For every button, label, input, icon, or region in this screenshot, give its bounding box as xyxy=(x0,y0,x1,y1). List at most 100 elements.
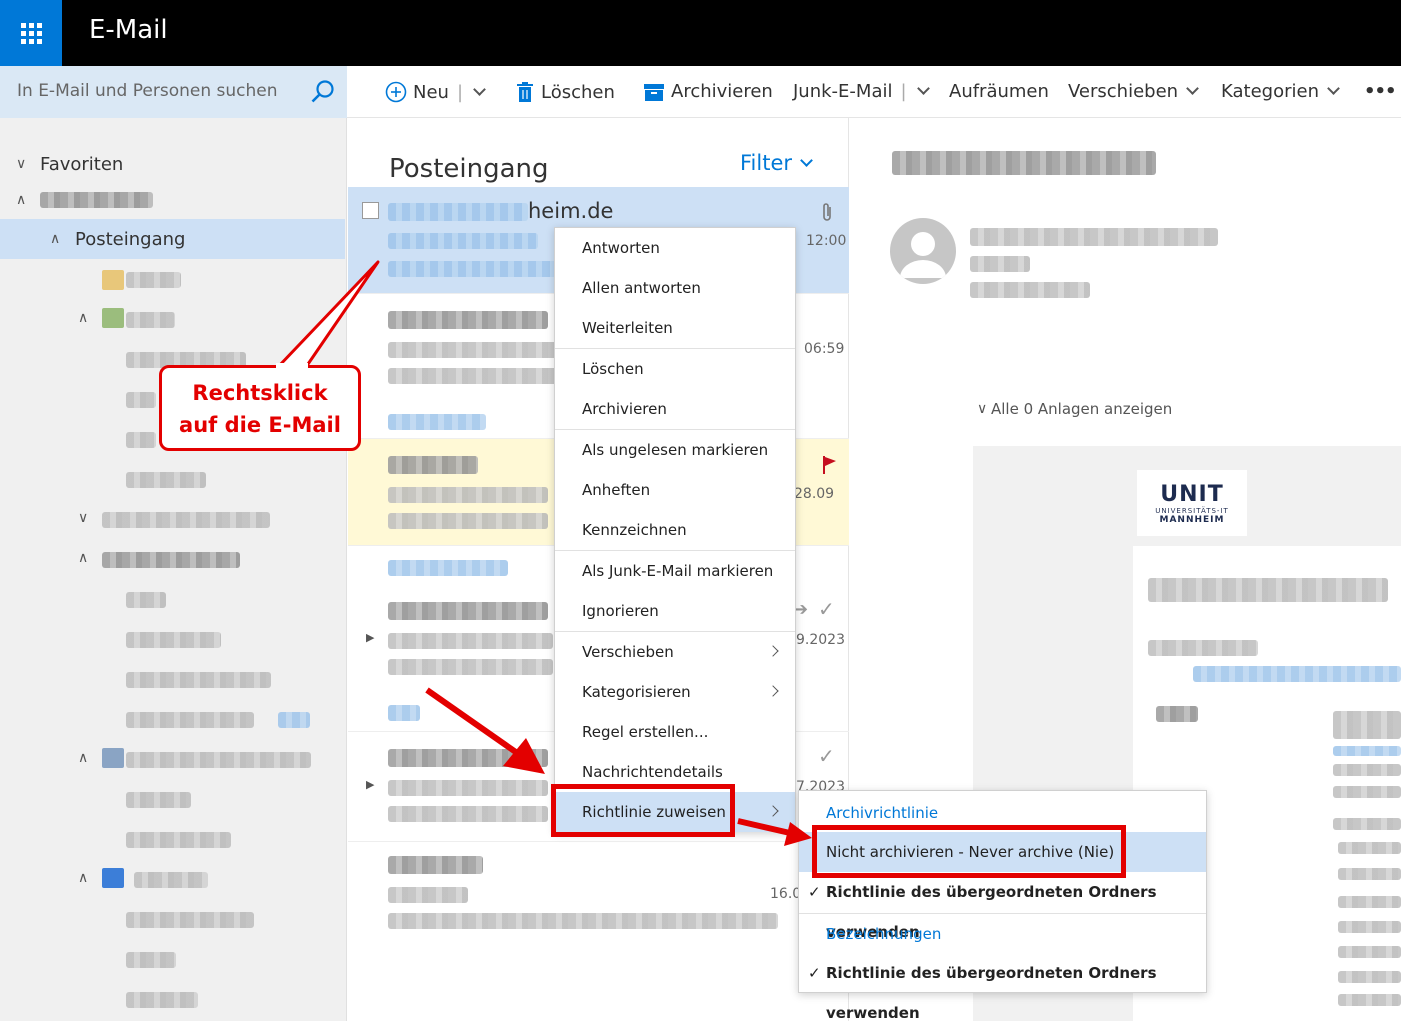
text-blurred xyxy=(1338,842,1401,854)
chevron-down-icon[interactable] xyxy=(916,82,930,95)
folder-name-blurred[interactable] xyxy=(126,672,271,688)
folder-icon xyxy=(102,748,124,768)
labels-header: Bezeichnungen xyxy=(826,925,942,943)
folder-name-blurred[interactable] xyxy=(126,592,166,608)
link-blurred[interactable] xyxy=(1333,746,1401,756)
folder-name-blurred[interactable] xyxy=(126,472,206,488)
chevron-up-icon[interactable]: ∧ xyxy=(78,750,88,766)
chevron-up-icon[interactable]: ∧ xyxy=(50,231,60,247)
menu-item-pin[interactable]: Anheften xyxy=(555,470,795,510)
caret-right-icon[interactable]: ▶ xyxy=(366,778,374,791)
text-blurred xyxy=(1156,706,1198,722)
folder-name-blurred[interactable] xyxy=(102,552,240,568)
archive-box-icon xyxy=(644,83,664,101)
menu-item-delete[interactable]: Löschen xyxy=(555,349,795,389)
folder-name-blurred[interactable] xyxy=(126,632,221,648)
menu-item-archive[interactable]: Archivieren xyxy=(555,389,795,429)
folder-name-blurred[interactable] xyxy=(102,512,270,528)
menu-item-reply-all[interactable]: Allen antworten xyxy=(555,268,795,308)
folder-name-blurred[interactable] xyxy=(126,432,156,448)
menu-item-move[interactable]: Verschieben xyxy=(555,632,795,672)
folder-icon xyxy=(102,868,124,888)
filter-button[interactable]: Filter xyxy=(740,151,813,175)
menu-item-ignore[interactable]: Ignorieren xyxy=(555,591,795,631)
menu-item-use-parent-archive[interactable]: ✓ Richtlinie des übergeordneten Ordners … xyxy=(799,872,1206,941)
folder-name-blurred[interactable] xyxy=(134,872,208,888)
subject-blurred xyxy=(388,487,548,503)
menu-item-create-rule[interactable]: Regel erstellen... xyxy=(555,712,795,752)
menu-item-use-parent-label[interactable]: ✓ Richtlinie des übergeordneten Ordners … xyxy=(799,953,1206,1022)
sender-blurred xyxy=(388,856,483,874)
menu-item-mark-unread[interactable]: Als ungelesen markieren xyxy=(555,430,795,470)
categories-button[interactable]: Kategorien xyxy=(1221,81,1340,102)
sender-blurred xyxy=(388,749,548,767)
sender-blurred xyxy=(388,602,548,620)
chevron-up-icon[interactable]: ∧ xyxy=(78,550,88,566)
waffle-icon[interactable] xyxy=(0,0,62,66)
folder-name-blurred[interactable] xyxy=(126,912,254,928)
folder-name-blurred[interactable] xyxy=(126,272,181,288)
menu-item-flag[interactable]: Kennzeichnen xyxy=(555,510,795,550)
message-checkbox[interactable] xyxy=(362,202,379,219)
move-label: Verschieben xyxy=(1068,81,1179,102)
menu-item-categorize[interactable]: Kategorisieren xyxy=(555,672,795,712)
delete-button[interactable]: Löschen xyxy=(515,81,615,103)
chevron-down-icon[interactable]: ∨ xyxy=(78,510,88,526)
folder-name-blurred[interactable] xyxy=(126,712,254,728)
logo-subtext: UNIVERSITÄTS-IT xyxy=(1155,507,1229,515)
chevron-down-icon[interactable]: ∨ xyxy=(16,156,26,172)
check-icon: ✓ xyxy=(818,597,835,621)
new-label: Neu xyxy=(413,81,449,103)
plus-circle-icon xyxy=(385,81,407,103)
more-button[interactable]: ••• xyxy=(1364,81,1397,102)
preview-blurred xyxy=(388,659,553,675)
account-row[interactable]: ∧ xyxy=(0,180,345,220)
chevron-up-icon[interactable]: ∧ xyxy=(16,192,26,208)
sweep-button[interactable]: Aufräumen xyxy=(949,81,1049,102)
menu-item-forward[interactable]: Weiterleiten xyxy=(555,308,795,348)
chevron-up-icon[interactable]: ∧ xyxy=(78,870,88,886)
attachment-chip-blurred xyxy=(388,414,486,430)
folder-name-blurred[interactable] xyxy=(126,312,175,328)
archive-button[interactable]: Archivieren xyxy=(643,81,773,102)
categories-label: Kategorien xyxy=(1221,81,1319,102)
subject-blurred xyxy=(388,342,558,358)
paperclip-icon xyxy=(820,201,834,227)
avatar xyxy=(890,218,956,284)
message-row[interactable]: 16.0 xyxy=(348,842,849,952)
message-time: 28.09 xyxy=(794,486,835,502)
recipient-blurred xyxy=(970,256,1030,272)
menu-item-mark-junk[interactable]: Als Junk-E-Mail markieren xyxy=(555,551,795,591)
link-blurred[interactable] xyxy=(1193,666,1401,682)
double-chevron-down-icon[interactable]: ∨ xyxy=(977,401,987,417)
menu-item-reply[interactable]: Antworten xyxy=(555,228,795,268)
junk-button[interactable]: Junk-E-Mail | xyxy=(793,81,930,102)
favorites-header[interactable]: ∨ Favoriten xyxy=(0,144,345,184)
caret-right-icon[interactable]: ▶ xyxy=(366,631,374,644)
chevron-up-icon[interactable]: ∧ xyxy=(78,310,88,326)
check-icon: ✓ xyxy=(808,883,821,901)
search-box[interactable]: In E-Mail und Personen suchen xyxy=(0,66,347,118)
subject-blurred xyxy=(388,633,553,649)
preview-blurred xyxy=(388,806,548,822)
show-attachments-link[interactable]: Alle 0 Anlagen anzeigen xyxy=(991,400,1172,418)
folder-name-blurred[interactable] xyxy=(126,752,311,768)
sidebar-item-inbox[interactable]: ∧ Posteingang xyxy=(0,219,345,259)
folder-name-blurred[interactable] xyxy=(126,792,191,808)
flag-icon[interactable] xyxy=(822,455,838,479)
new-button[interactable]: Neu | xyxy=(385,81,486,103)
folder-name-blurred[interactable] xyxy=(126,832,231,848)
text-blurred xyxy=(1333,818,1401,830)
move-button[interactable]: Verschieben xyxy=(1068,81,1199,102)
text-blurred xyxy=(1338,946,1401,958)
annotation-callout: Rechtsklick auf die E-Mail xyxy=(159,365,361,451)
search-input[interactable]: In E-Mail und Personen suchen xyxy=(17,81,278,101)
search-icon[interactable] xyxy=(310,79,336,109)
text-blurred xyxy=(1148,640,1258,656)
folder-name-blurred[interactable] xyxy=(126,952,176,968)
folder-pane: ∨ Favoriten ∧ ∧ Posteingang ∧ ∨ ∧ ∧ ∧ xyxy=(0,118,347,1021)
folder-name-blurred[interactable] xyxy=(126,392,156,408)
text-blurred xyxy=(1333,764,1401,776)
chevron-down-icon[interactable] xyxy=(473,82,486,96)
folder-name-blurred[interactable] xyxy=(126,992,198,1008)
